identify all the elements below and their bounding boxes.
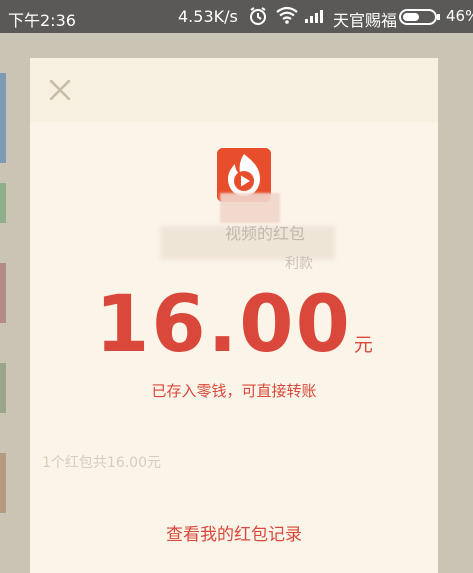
signal-icon [305,7,327,27]
dialog-header [30,58,438,122]
amount-display: 16.00 元 [30,280,438,370]
alarm-icon [248,6,268,30]
saved-note: 已存入零钱，可直接转账 [151,382,317,400]
network-speed: 4.53K/s [178,7,238,26]
battery-icon [399,9,441,29]
blessing-text: 利款 [285,256,313,272]
sender-name: 视频的红包 [224,224,305,243]
red-packet-dialog: 视频的红包 利款 16.00 元 已存入零钱，可直接转账 1个红包共16.00元 … [30,58,438,573]
blurred-region [220,193,280,223]
amount-value: 16.00 [95,280,352,370]
status-time: 下午2:36 [8,11,76,30]
wifi-icon [276,6,298,28]
packet-summary: 1个红包共16.00元 [42,455,161,471]
currency-unit: 元 [353,334,373,356]
battery-percent: 46% [446,7,473,25]
view-records-link[interactable]: 查看我的红包记录 [30,520,438,545]
status-bar: 下午2:36 4.53K/s 天官赐福 46% [0,0,473,33]
carrier-name: 天官赐福 [333,11,398,30]
close-icon[interactable] [48,78,72,102]
